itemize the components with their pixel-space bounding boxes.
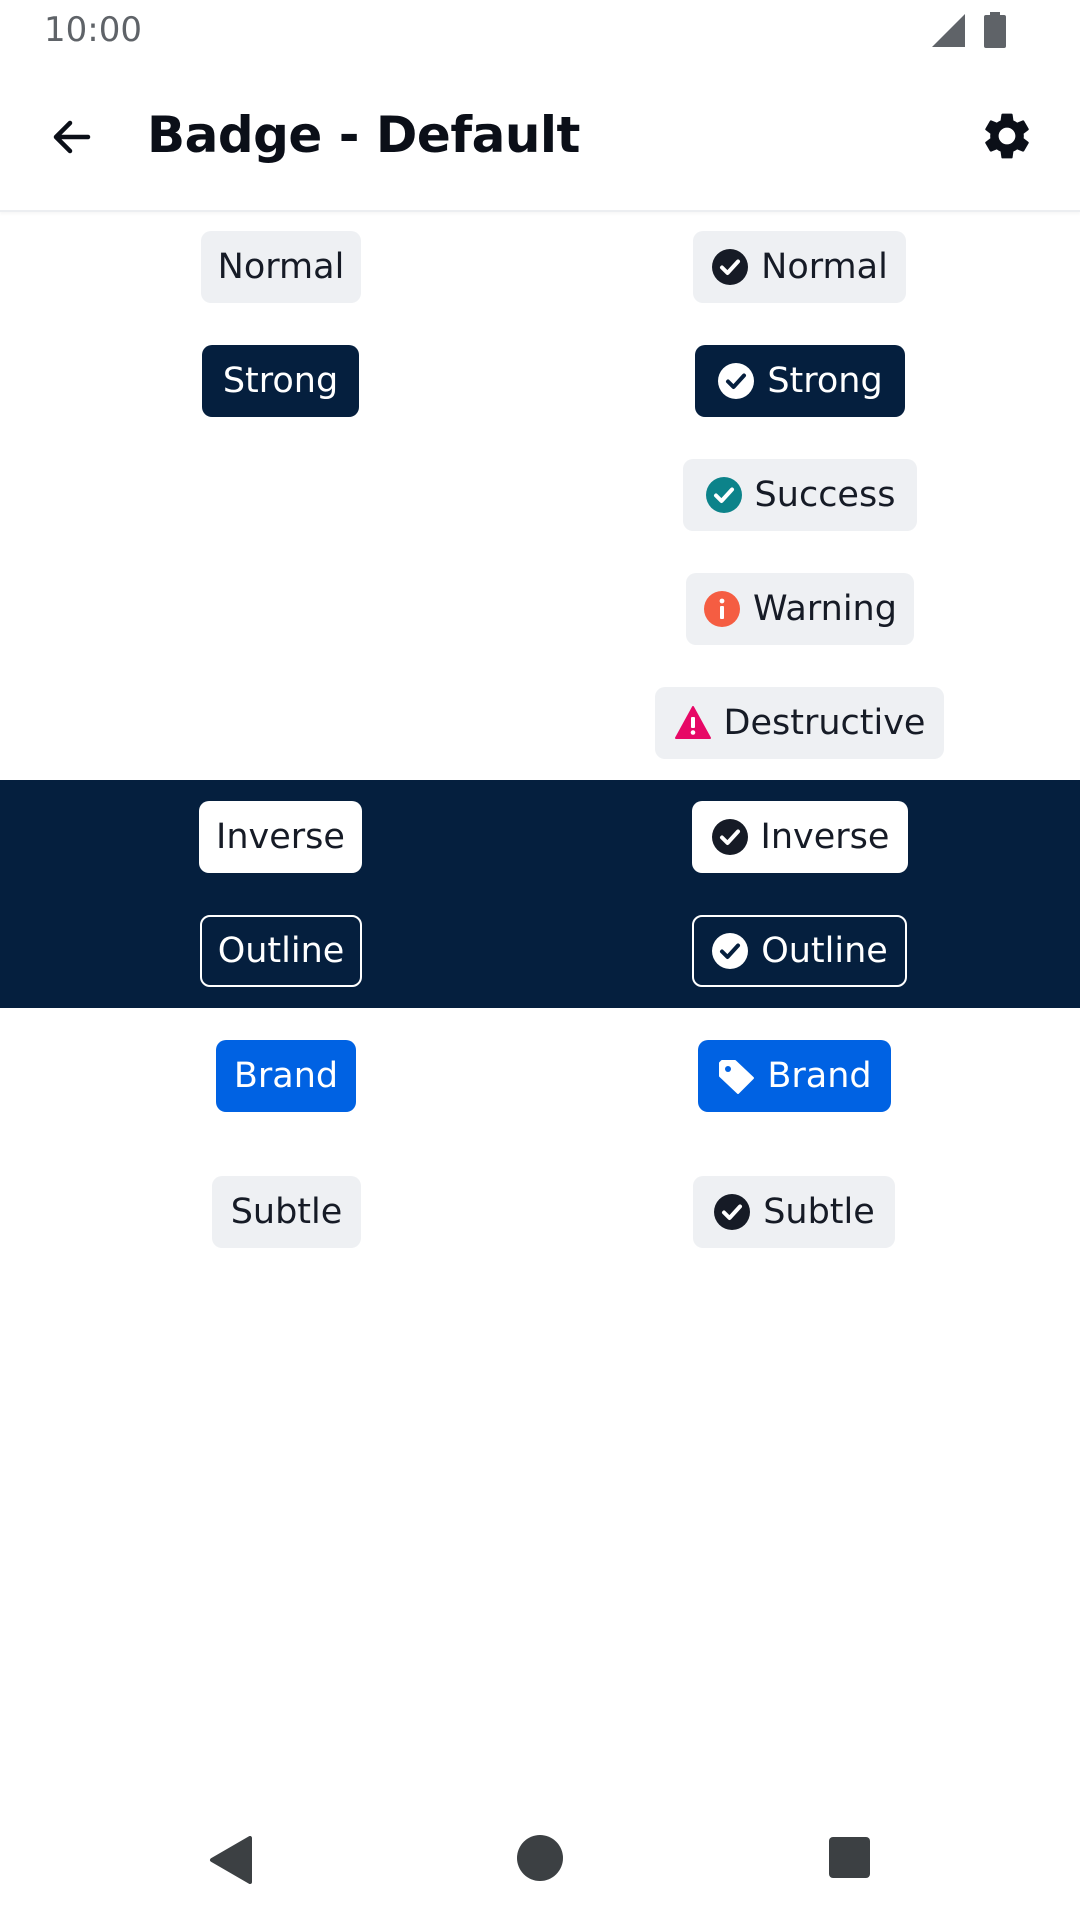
status-time: 10:00 [44, 10, 142, 50]
info-circle-icon [703, 590, 741, 628]
tick-circle-icon [717, 362, 755, 400]
page-title: Badge - Default [147, 106, 580, 164]
nav-home-icon[interactable] [517, 1835, 563, 1881]
screen: 10:00 Badge - Default Normal Strong Inve… [0, 0, 1080, 1920]
price-tag-icon [717, 1057, 755, 1095]
tick-circle-icon [713, 1193, 751, 1231]
badge-strong-with-icon: Strong [695, 345, 905, 417]
back-button[interactable] [40, 105, 104, 169]
badge-label: Strong [222, 361, 339, 401]
badge-normal: Normal [201, 231, 361, 303]
tick-circle-icon [711, 932, 749, 970]
badge-brand: Brand [216, 1040, 356, 1112]
badge-outline: Outline [200, 915, 362, 987]
badge-subtle: Subtle [212, 1176, 361, 1248]
tick-circle-icon [705, 476, 743, 514]
tick-circle-icon [711, 818, 749, 856]
badge-label: Strong [767, 361, 883, 401]
cellular-signal-icon [932, 14, 965, 47]
badge-inverse-with-icon: Inverse [692, 801, 908, 873]
badge-label: Inverse [216, 817, 345, 857]
badge-inverse: Inverse [199, 801, 362, 873]
gear-icon [985, 113, 1029, 159]
badge-label: Outline [217, 931, 345, 971]
status-bar: 10:00 [0, 0, 1080, 60]
badge-label: Normal [217, 247, 345, 287]
battery-full-icon [984, 12, 1006, 48]
badge-label: Brand [767, 1056, 872, 1096]
badge-outline-with-icon: Outline [692, 915, 907, 987]
nav-recents-icon[interactable] [829, 1837, 870, 1878]
system-nav-bar [0, 1800, 1080, 1920]
badge-label: Subtle [763, 1192, 875, 1232]
tick-circle-icon [711, 248, 749, 286]
badge-brand-with-icon: Brand [698, 1040, 891, 1112]
badge-label: Normal [761, 247, 888, 287]
badge-label: Brand [233, 1056, 339, 1096]
badge-label: Success [754, 475, 896, 515]
badge-label: Subtle [230, 1192, 343, 1232]
nav-back-icon[interactable] [208, 1836, 252, 1884]
inverse-section [0, 780, 1080, 1008]
badge-label: Outline [761, 931, 888, 971]
badge-warning: Warning [686, 573, 914, 645]
arrow-left-icon [53, 120, 91, 154]
badge-label: Inverse [760, 817, 890, 857]
badge-label: Destructive [723, 703, 926, 743]
badge-success: Success [683, 459, 917, 531]
badge-strong: Strong [202, 345, 359, 417]
warning-triangle-icon [674, 704, 712, 742]
badge-destructive: Destructive [655, 687, 944, 759]
badge-label: Warning [753, 589, 897, 629]
settings-button[interactable] [976, 105, 1038, 167]
badge-normal-with-icon: Normal [693, 231, 906, 303]
app-bar: Badge - Default [0, 60, 1080, 212]
badge-subtle-with-icon: Subtle [693, 1176, 895, 1248]
